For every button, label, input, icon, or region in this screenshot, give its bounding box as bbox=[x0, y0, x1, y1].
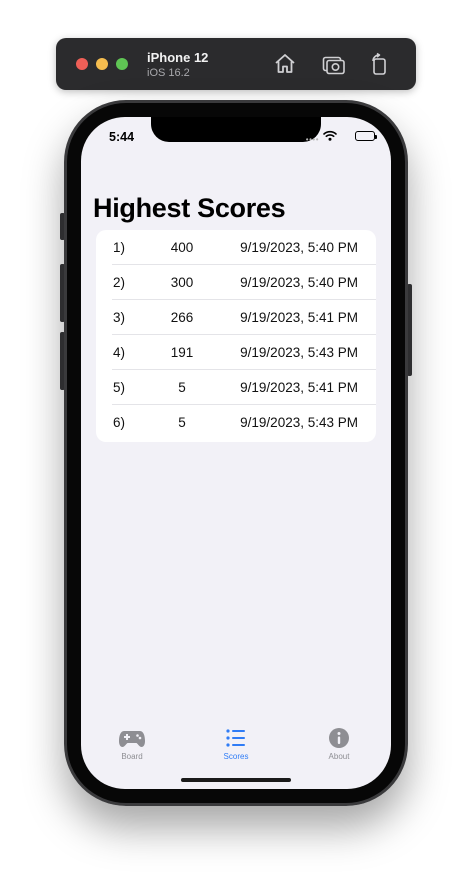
info-icon bbox=[329, 728, 349, 748]
score-date: 9/19/2023, 5:41 PM bbox=[240, 310, 358, 325]
score-value: 400 bbox=[170, 240, 194, 255]
cellular-signal-icon: •••• bbox=[305, 135, 319, 144]
tab-about-label: About bbox=[328, 752, 350, 761]
status-time: 5:44 bbox=[109, 130, 135, 144]
phone-screen: 5:44 •••• Highest Scores 1) 400 9/19/202… bbox=[81, 117, 391, 789]
screenshot-icon bbox=[322, 56, 345, 75]
score-value: 191 bbox=[170, 345, 194, 360]
score-row[interactable]: 5) 5 9/19/2023, 5:41 PM bbox=[96, 370, 376, 405]
tab-about[interactable]: About bbox=[304, 717, 374, 761]
tab-board-label: Board bbox=[121, 752, 143, 761]
score-date: 9/19/2023, 5:43 PM bbox=[240, 345, 358, 360]
close-window-button[interactable] bbox=[76, 58, 88, 70]
score-rank: 5) bbox=[113, 380, 126, 395]
score-rank: 6) bbox=[113, 415, 126, 430]
score-value: 5 bbox=[178, 380, 186, 395]
score-rank: 3) bbox=[113, 310, 126, 325]
notch bbox=[151, 117, 321, 142]
score-value: 300 bbox=[170, 275, 194, 290]
home-indicator[interactable] bbox=[181, 778, 291, 782]
tab-scores[interactable]: Scores bbox=[201, 717, 271, 761]
home-button[interactable] bbox=[273, 52, 297, 76]
gamecontroller-icon bbox=[119, 731, 145, 747]
score-rank: 2) bbox=[113, 275, 126, 290]
score-row[interactable]: 4) 191 9/19/2023, 5:43 PM bbox=[96, 335, 376, 370]
device-name: iPhone 12 bbox=[147, 50, 209, 65]
score-rank: 4) bbox=[113, 345, 126, 360]
tab-bar: Board Scores About bbox=[81, 717, 391, 767]
rotate-button[interactable] bbox=[368, 52, 392, 76]
score-row[interactable]: 1) 400 9/19/2023, 5:40 PM bbox=[96, 230, 376, 265]
score-row[interactable]: 2) 300 9/19/2023, 5:40 PM bbox=[96, 265, 376, 300]
home-icon bbox=[275, 54, 295, 73]
list-icon bbox=[226, 729, 245, 747]
tab-board[interactable]: Board bbox=[97, 717, 167, 761]
page-title: Highest Scores bbox=[93, 193, 286, 223]
tab-scores-label: Scores bbox=[223, 752, 249, 761]
simulator-toolbar: iPhone 12 iOS 16.2 bbox=[56, 38, 416, 90]
score-value: 266 bbox=[170, 310, 194, 325]
score-rank: 1) bbox=[113, 240, 126, 255]
wifi-icon bbox=[323, 130, 337, 141]
screenshot-button[interactable] bbox=[322, 52, 346, 76]
score-row[interactable]: 6) 5 9/19/2023, 5:43 PM bbox=[96, 405, 376, 440]
scores-list: 1) 400 9/19/2023, 5:40 PM 2) 300 9/19/20… bbox=[96, 230, 376, 442]
rotate-icon bbox=[372, 52, 386, 75]
score-date: 9/19/2023, 5:41 PM bbox=[240, 380, 358, 395]
score-date: 9/19/2023, 5:40 PM bbox=[240, 275, 358, 290]
score-date: 9/19/2023, 5:43 PM bbox=[240, 415, 358, 430]
minimize-window-button[interactable] bbox=[96, 58, 108, 70]
score-value: 5 bbox=[178, 415, 186, 430]
battery-icon bbox=[355, 131, 377, 141]
score-row[interactable]: 3) 266 9/19/2023, 5:41 PM bbox=[96, 300, 376, 335]
score-date: 9/19/2023, 5:40 PM bbox=[240, 240, 358, 255]
zoom-window-button[interactable] bbox=[116, 58, 128, 70]
os-version: iOS 16.2 bbox=[147, 67, 190, 79]
